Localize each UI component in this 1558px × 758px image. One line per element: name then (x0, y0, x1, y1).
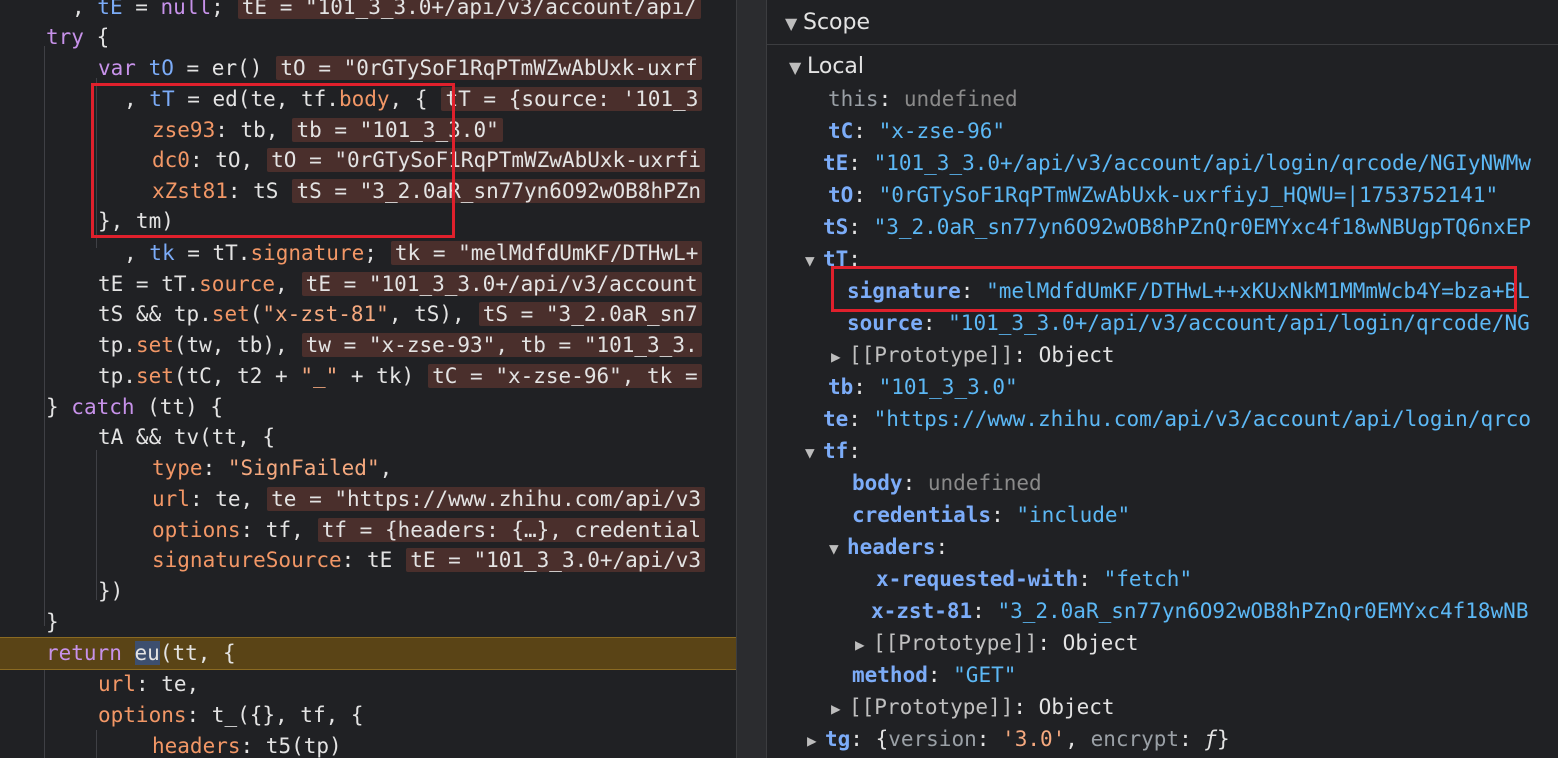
inline-value: tO = "0rGTySoF1RqPTmWZwAbUxk-uxrf (276, 56, 702, 80)
code-line[interactable]: var tO = er() tO = "0rGTySoF1RqPTmWZwAbUx… (98, 53, 702, 84)
scope-entry-tg[interactable]: ▶ tg: {version: '3.0', encrypt: ƒ} (807, 724, 1230, 755)
inline-value: tf = {headers: {…}, credential (317, 518, 706, 542)
inline-value: tE = "101_3_3.0+/api/v3/account/api/ (237, 0, 701, 19)
scope-entry-tO[interactable]: tO: "0rGTySoF1RqPTmWZwAbUxk-uxrfiyJ_HQWU… (828, 180, 1498, 211)
collapse-triangle-icon[interactable]: ▼ (785, 8, 803, 39)
inline-value: tS = "3_2.0aR_sn7 (478, 302, 702, 326)
expand-triangle-icon[interactable]: ▶ (855, 629, 873, 660)
expand-triangle-icon[interactable]: ▼ (829, 533, 847, 564)
annotation-highlight-box (91, 83, 455, 238)
local-label: Local (807, 54, 865, 79)
code-line[interactable]: options: t_({}, tf, { (98, 700, 364, 731)
code-line[interactable]: try { (46, 22, 109, 53)
inline-value: tE = "101_3_3.0+/api/v3/account (301, 272, 702, 296)
source-code-panel: , tE = null; tE = "101_3_3.0+/api/v3/acco… (0, 0, 736, 758)
scope-entry-tf-prototype[interactable]: ▶ [[Prototype]]: Object (831, 692, 1115, 723)
code-line[interactable]: }) (98, 576, 123, 607)
scope-entry-tb[interactable]: tb: "101_3_3.0" (828, 372, 1018, 403)
inline-value: tk = "melMdfdUmKF/DTHwL+ (390, 241, 703, 265)
expand-triangle-icon[interactable]: ▶ (831, 693, 849, 724)
inline-value: tC = "x-zse-96", tk = (428, 364, 702, 388)
scope-entry-tS[interactable]: tS: "3_2.0aR_sn77yn6O92wOB8hPZnQr0EMYxc4… (823, 212, 1531, 243)
indent-guide (96, 730, 97, 758)
indent-guide (44, 670, 45, 758)
inline-value: tT = {source: '101_3 (441, 87, 703, 111)
scope-entry-prototype[interactable]: ▶ [[Prototype]]: Object (831, 340, 1115, 371)
section-divider (767, 44, 1558, 45)
scope-entry-x-zst-81[interactable]: x-zst-81: "3_2.0aR_sn77yn6O92wOB8hPZnQr0… (871, 596, 1528, 627)
code-line[interactable]: signatureSource: tE tE = "101_3_3.0+/api/… (152, 545, 706, 576)
code-line[interactable]: options: tf, tf = {headers: {…}, credenti… (152, 515, 706, 546)
signature-highlight-box (831, 266, 1517, 312)
indent-guide (44, 46, 45, 426)
scope-entry-source[interactable]: source: "101_3_3.0+/api/v3/account/api/l… (847, 308, 1530, 339)
scope-entry-credentials[interactable]: credentials: "include" (852, 500, 1130, 531)
scope-panel: ▼ Scope ▼ Local this: undefined tC: "x-zse… (767, 0, 1558, 758)
inline-value: te = "https://www.zhihu.com/api/v3 (267, 487, 706, 511)
code-line[interactable]: , tE = null; tE = "101_3_3.0+/api/v3/acco… (72, 0, 701, 23)
scope-entry-this[interactable]: this: undefined (828, 84, 1018, 115)
indent-guide (44, 426, 45, 626)
code-line[interactable]: tE = tT.source, tE = "101_3_3.0+/api/v3/a… (98, 269, 702, 300)
scope-entry-body[interactable]: body: undefined (852, 468, 1042, 499)
code-line[interactable]: url: te, (98, 669, 199, 700)
code-line[interactable]: url: te, te = "https://www.zhihu.com/api/… (152, 484, 706, 515)
scope-title: Scope (803, 10, 871, 35)
code-line[interactable]: tS && tp.set("x-zst-81", tS), tS = "3_2.0… (98, 299, 702, 330)
scope-entry-tE[interactable]: tE: "101_3_3.0+/api/v3/account/api/login… (823, 148, 1531, 179)
code-line[interactable]: tp.set(tw, tb), tw = "x-zse-93", tb = "10… (98, 330, 702, 361)
inline-value: tE = "101_3_3.0+/api/v3 (406, 548, 706, 572)
expand-triangle-icon[interactable]: ▶ (831, 341, 849, 372)
code-line-paused[interactable]: return eu(tt, { (46, 638, 236, 669)
code-line[interactable]: } catch (tt) { (46, 392, 223, 423)
scope-entry-headers-prototype[interactable]: ▶ [[Prototype]]: Object (855, 628, 1139, 659)
expand-triangle-icon[interactable]: ▼ (805, 437, 823, 468)
expand-triangle-icon[interactable]: ▼ (805, 245, 823, 276)
collapse-triangle-icon[interactable]: ▼ (789, 52, 807, 83)
code-line[interactable]: tp.set(tC, t2 + "_" + tk) tC = "x-zse-96"… (98, 361, 702, 392)
code-line[interactable]: headers: t5(tp) (152, 731, 342, 758)
inline-value: tw = "x-zse-93", tb = "101_3_3. (301, 333, 702, 357)
scope-entry-te[interactable]: te: "https://www.zhihu.com/api/v3/accoun… (823, 404, 1531, 435)
panel-divider[interactable] (736, 0, 767, 758)
code-line[interactable]: type: "SignFailed", (152, 453, 392, 484)
code-line[interactable]: tA && tv(tt, { (98, 422, 275, 453)
scope-local-header[interactable]: ▼ Local (789, 51, 864, 82)
code-line[interactable]: } (46, 607, 59, 638)
expand-triangle-icon[interactable]: ▶ (807, 725, 825, 756)
scope-entry-method[interactable]: method: "GET" (852, 660, 1016, 691)
scope-entry-headers[interactable]: ▼ headers: (829, 532, 948, 563)
scope-entry-tC[interactable]: tC: "x-zse-96" (828, 116, 1005, 147)
scope-entry-x-requested-with[interactable]: x-requested-with: "fetch" (876, 564, 1192, 595)
code-line[interactable]: , tk = tT.signature; tk = "melMdfdUmKF/DT… (124, 238, 703, 269)
scope-header[interactable]: ▼ Scope (785, 7, 870, 38)
indent-guide (96, 450, 97, 600)
scope-entry-tf[interactable]: ▼ tf: (805, 436, 861, 467)
